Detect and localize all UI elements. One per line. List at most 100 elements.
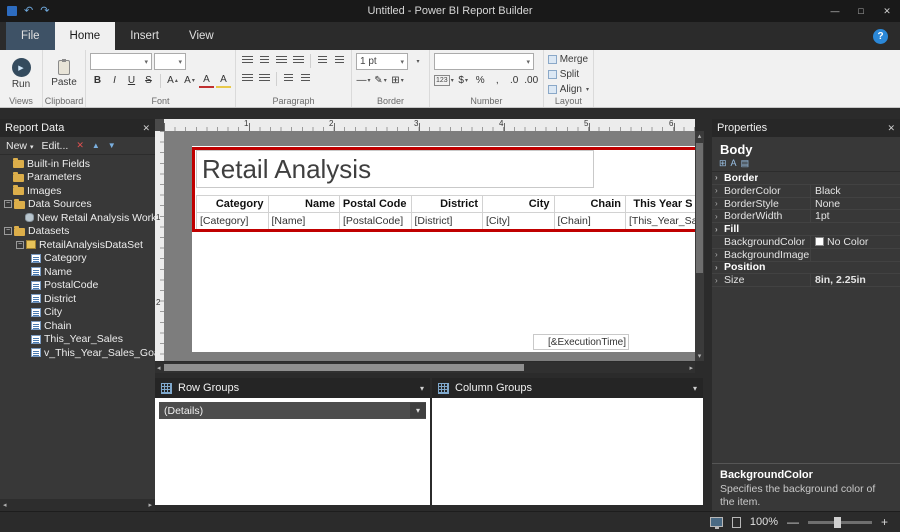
number-format-icon[interactable]: 123▾ xyxy=(434,73,454,88)
tree-item-images[interactable]: Images xyxy=(0,184,155,198)
table-header-cell[interactable]: District xyxy=(412,196,484,213)
font-family-select[interactable]: ▾ xyxy=(90,53,152,70)
merge-button[interactable]: Merge xyxy=(548,53,589,65)
property-row-borderwidth[interactable]: ›BorderWidth1pt xyxy=(712,210,900,223)
property-row-size[interactable]: ›Size8in, 2.25in xyxy=(712,274,900,287)
tree-item-field-category[interactable]: Category xyxy=(0,252,155,266)
tab-home[interactable]: Home xyxy=(55,22,116,50)
tree-item-datasets[interactable]: Datasets xyxy=(0,225,155,239)
expand-icon[interactable]: › xyxy=(715,225,724,234)
minimize-button[interactable]: — xyxy=(822,0,848,22)
tree-item-built-in-fields[interactable]: Built-in Fields xyxy=(0,157,155,171)
close-panel-icon[interactable]: ✕ xyxy=(887,123,895,134)
delete-icon[interactable]: ✕ xyxy=(76,140,84,151)
report-table[interactable]: Category Name Postal Code District City … xyxy=(196,195,695,230)
percent-button[interactable]: % xyxy=(473,73,488,88)
table-data-cell[interactable]: [Category] xyxy=(197,213,269,230)
border-line-style-button[interactable]: —▾ xyxy=(356,73,371,88)
decrease-decimals-button[interactable]: .00 xyxy=(524,73,539,88)
border-edges-button[interactable]: ⊞▾ xyxy=(390,73,405,88)
table-data-cell[interactable]: [City] xyxy=(483,213,555,230)
row-group-details[interactable]: (Details) ▾ xyxy=(159,402,426,419)
expand-icon[interactable]: › xyxy=(715,173,724,182)
new-button[interactable]: New ▾ xyxy=(6,140,33,152)
expand-icon[interactable]: › xyxy=(715,212,724,221)
collapse-icon[interactable] xyxy=(16,241,24,249)
tab-file[interactable]: File xyxy=(6,22,55,50)
highlight-color-button[interactable]: A xyxy=(216,73,231,88)
tree-item-field-name[interactable]: Name xyxy=(0,265,155,279)
print-layout-icon[interactable] xyxy=(732,517,741,528)
table-header-cell[interactable]: Name xyxy=(269,196,341,213)
design-view-icon[interactable] xyxy=(710,517,723,527)
strikethrough-button[interactable]: S xyxy=(141,73,156,88)
paste-button[interactable]: Paste xyxy=(47,53,81,95)
table-data-cell[interactable]: [This_Year_Sa xyxy=(626,213,695,230)
move-up-icon[interactable]: ▲ xyxy=(92,141,100,150)
hscroll-thumb[interactable] xyxy=(164,364,524,371)
zoom-out-icon[interactable]: — xyxy=(787,515,799,529)
tree-item-field-sales-goal[interactable]: v_This_Year_Sales_Goal xyxy=(0,346,155,360)
tab-view[interactable]: View xyxy=(174,22,229,50)
font-color-button[interactable]: A xyxy=(199,73,214,88)
maximize-button[interactable]: □ xyxy=(848,0,874,22)
vscroll-thumb[interactable] xyxy=(696,143,703,273)
categorized-icon[interactable]: ⊞ xyxy=(719,159,727,168)
italic-button[interactable]: I xyxy=(107,73,122,88)
underline-button[interactable]: U xyxy=(124,73,139,88)
scroll-down-icon[interactable]: ▾ xyxy=(698,351,702,361)
collapse-icon[interactable] xyxy=(4,200,12,208)
expand-icon[interactable]: › xyxy=(715,199,724,208)
scroll-right-icon[interactable]: ▸ xyxy=(689,364,693,372)
chevron-down-icon[interactable]: ▾ xyxy=(410,403,426,418)
tree-item-field-city[interactable]: City xyxy=(0,306,155,320)
font-size-select[interactable]: ▾ xyxy=(154,53,186,70)
indent-increase-icon[interactable] xyxy=(332,53,347,68)
number-format-select[interactable]: ▾ xyxy=(434,53,534,70)
currency-button[interactable]: $▾ xyxy=(456,73,471,88)
numbered-list-icon[interactable] xyxy=(257,71,272,86)
zoom-in-icon[interactable]: + xyxy=(881,515,888,529)
bullet-list-icon[interactable] xyxy=(240,71,255,86)
collapse-icon[interactable] xyxy=(4,227,12,235)
table-header-cell[interactable]: City xyxy=(483,196,555,213)
scroll-left-icon[interactable]: ◂ xyxy=(157,364,161,372)
border-width-select[interactable]: 1 pt▾ xyxy=(356,53,408,70)
help-icon[interactable]: ? xyxy=(873,29,888,44)
bold-button[interactable]: B xyxy=(90,73,105,88)
design-horizontal-scrollbar[interactable]: ◂ ▸ xyxy=(155,362,695,373)
align-right-icon[interactable] xyxy=(274,53,289,68)
scroll-right-icon[interactable]: ▸ xyxy=(148,501,152,509)
comma-button[interactable]: , xyxy=(490,73,505,88)
table-data-cell[interactable]: [Name] xyxy=(269,213,341,230)
execution-time-textbox[interactable]: [&ExecutionTime] xyxy=(533,334,629,350)
expand-icon[interactable]: › xyxy=(715,276,724,285)
increase-decimals-button[interactable]: .0 xyxy=(507,73,522,88)
zoom-slider-thumb[interactable] xyxy=(834,517,841,528)
chevron-down-icon[interactable]: ▾ xyxy=(420,384,424,393)
align-left-icon[interactable] xyxy=(240,53,255,68)
table-data-cell[interactable]: [PostalCode] xyxy=(340,213,412,230)
tree-item-data-sources[interactable]: Data Sources xyxy=(0,198,155,212)
tab-insert[interactable]: Insert xyxy=(115,22,174,50)
grow-font-button[interactable]: A▴ xyxy=(165,73,180,88)
indent-decrease-icon[interactable] xyxy=(315,53,330,68)
close-button[interactable]: ✕ xyxy=(874,0,900,22)
tree-item-field-chain[interactable]: Chain xyxy=(0,319,155,333)
align-center-icon[interactable] xyxy=(257,53,272,68)
shrink-font-button[interactable]: A▾ xyxy=(182,73,197,88)
chevron-down-icon[interactable]: ▾ xyxy=(693,384,697,393)
save-icon[interactable] xyxy=(7,6,17,16)
property-row-borderstyle[interactable]: ›BorderStyleNone xyxy=(712,198,900,211)
table-data-cell[interactable]: [Chain] xyxy=(555,213,627,230)
table-header-cell[interactable]: Category xyxy=(197,196,269,213)
title-textbox[interactable]: Retail Analysis xyxy=(196,150,594,188)
property-row-backgroundcolor[interactable]: BackgroundColorNo Color xyxy=(712,236,900,249)
property-pages-icon[interactable]: ▤ xyxy=(741,159,750,168)
move-down-icon[interactable]: ▼ xyxy=(108,141,116,150)
undo-icon[interactable]: ↶ xyxy=(24,6,33,17)
table-header-cell[interactable]: Chain xyxy=(555,196,627,213)
align-justify-icon[interactable] xyxy=(291,53,306,68)
table-header-cell[interactable]: This Year S xyxy=(626,196,695,213)
tree-item-field-this-year-sales[interactable]: This_Year_Sales xyxy=(0,333,155,347)
